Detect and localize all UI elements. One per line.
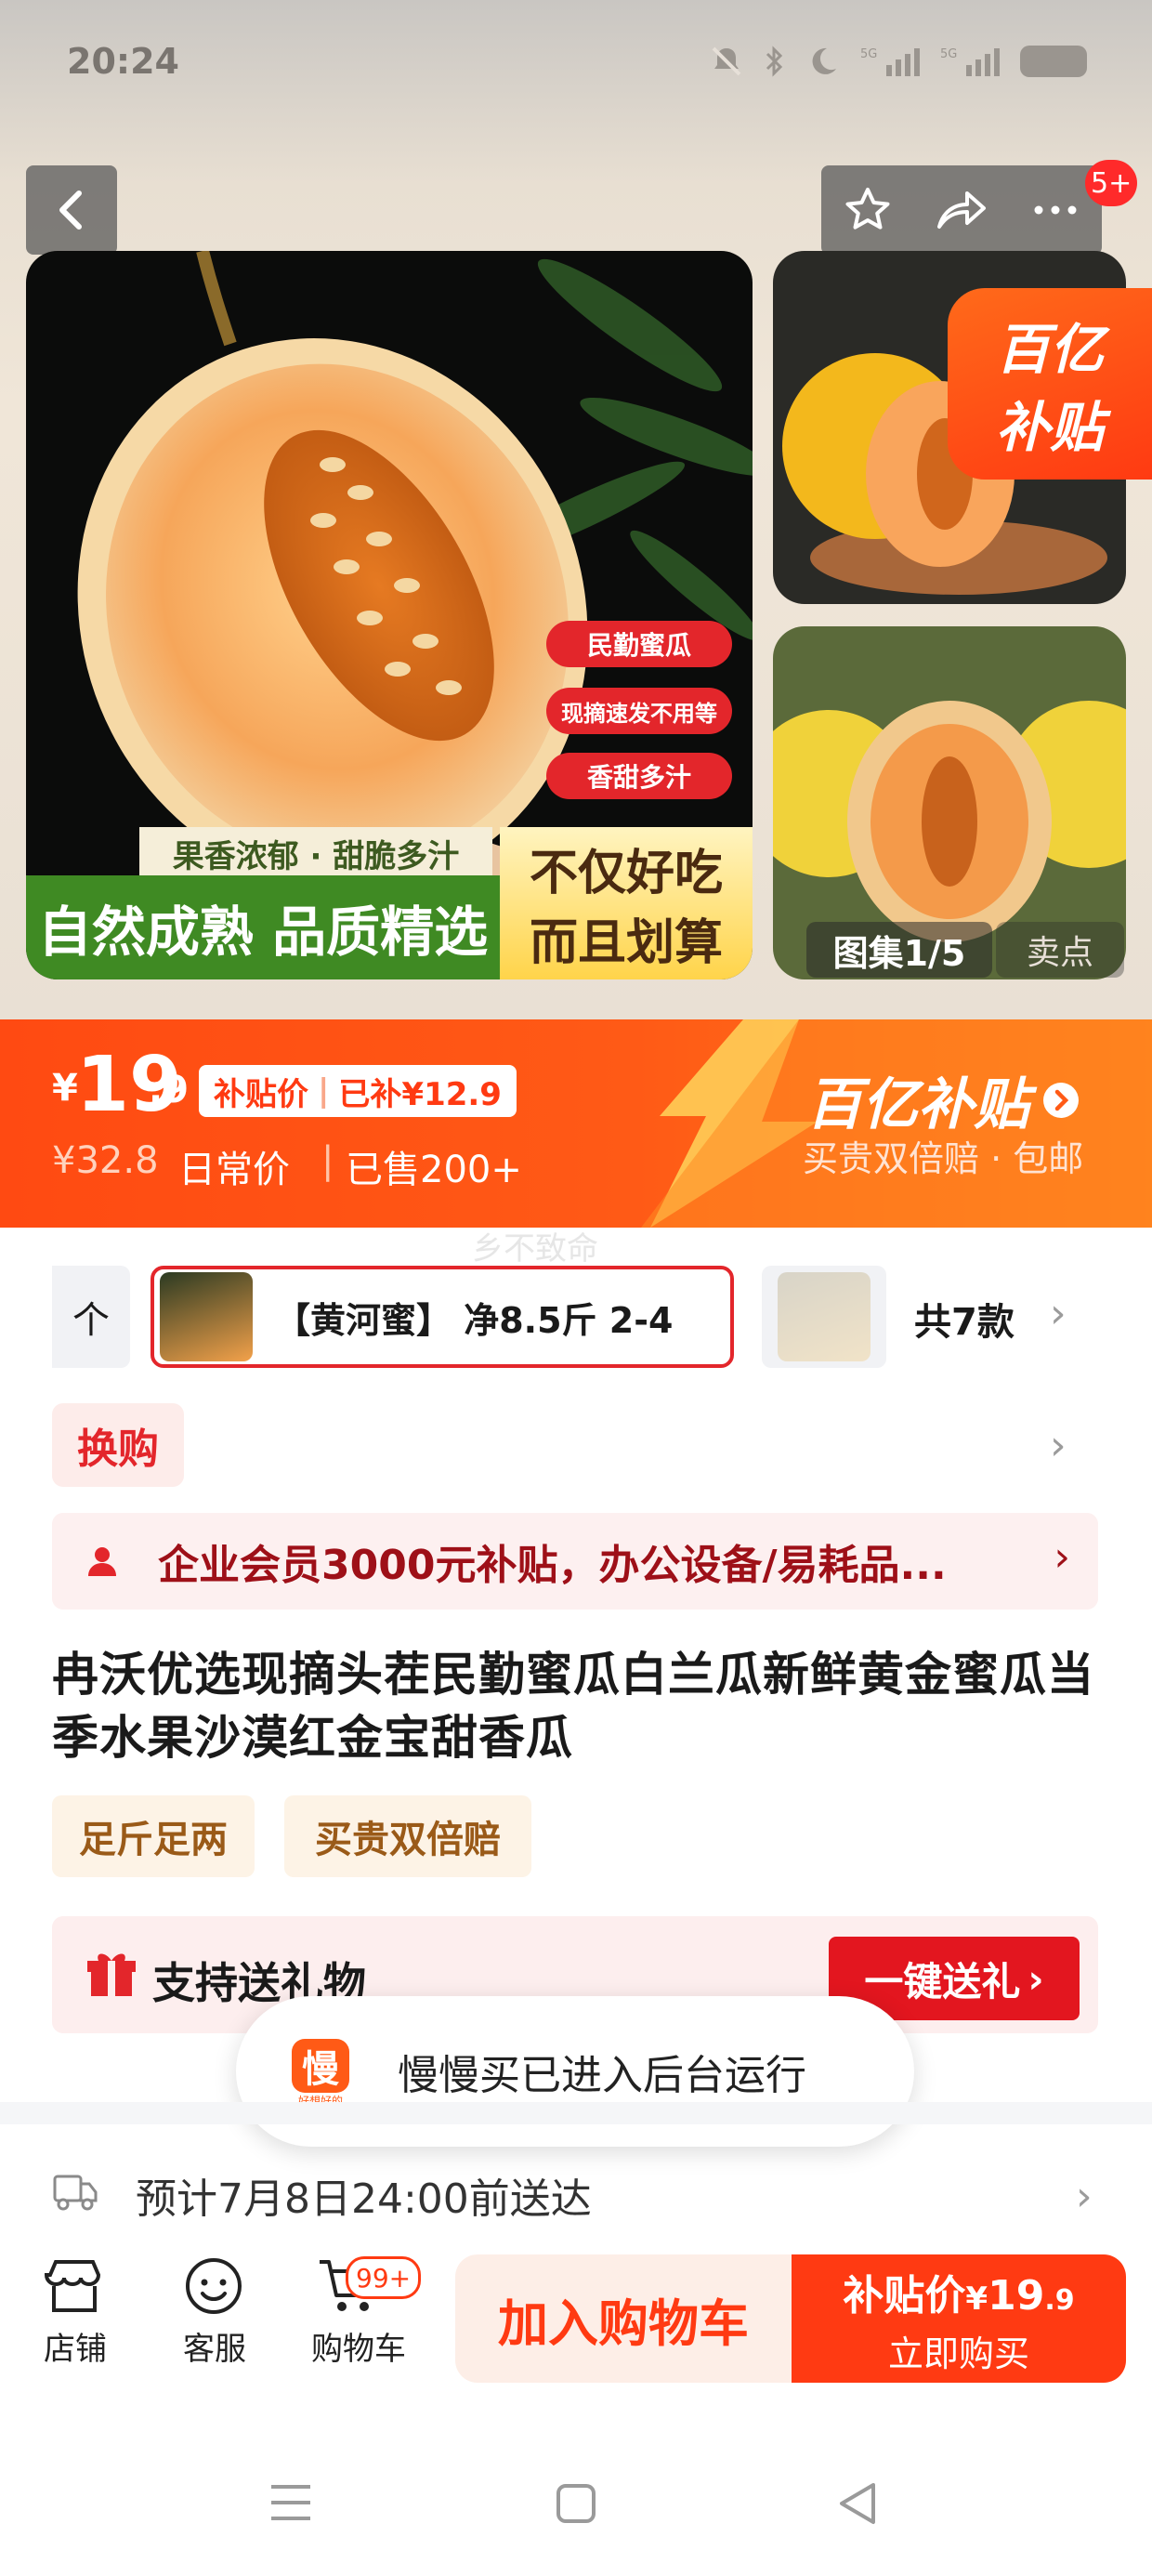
status-icons: 5G 5G [710,45,1087,78]
buy-now-label: 立即购买 [887,2333,1029,2374]
divider: | [321,1139,334,1182]
buy-price-label: 补贴价 [843,2271,966,2320]
send-gift-label: 一键送礼 [864,1958,1021,2004]
cart-label: 购物车 [311,2331,406,2368]
shop-icon [44,2260,101,2312]
top-action-group [821,165,1102,255]
mute-bell-icon [712,46,741,76]
subsidy-badge-line-1: 百亿 [995,318,1104,381]
banner-right-line-1: 不仅好吃 [529,846,723,901]
photo-label-3: 香甜多汁 [546,753,732,799]
price-currency: ¥ [52,1067,78,1110]
watermark: 乡不致命 [472,1230,598,1268]
subsidy-badge-line-2: 补贴 [995,396,1104,459]
battery-icon [1020,46,1087,77]
sku-item-selected[interactable]: 【黄河蜜】 净8.5斤 2-4 [151,1266,734,1368]
app-icon-glyph: 慢 [292,2039,349,2093]
brand-entry[interactable]: 百亿补贴 [806,1059,1080,1140]
add-to-cart-button[interactable]: 加入购物车 [455,2254,792,2383]
chevron-left-icon [59,191,82,230]
shop-label: 店铺 [44,2331,107,2368]
delivery-truck-icon [53,2175,98,2211]
promo-text: 企业会员3000元补贴，办公设备/易耗品... [158,1542,947,1589]
sku-total[interactable]: 共7款 [914,1292,1015,1346]
sku-chevron-right-icon[interactable]: › [1050,1290,1067,1337]
sku-selected-label: 【黄河蜜】 净8.5斤 2-4 [275,1299,674,1341]
chevron-right-circle-icon [1043,1082,1079,1118]
daily-price-label: 日常价 [178,1149,290,1191]
sku-thumbnail [160,1272,253,1361]
buy-now-button[interactable]: 补贴价 ¥ 19 .9 立即购买 [792,2254,1126,2383]
buy-price-decimal: .9 [1044,2283,1075,2317]
service-label: 客服 [183,2331,246,2368]
album-counter[interactable]: 图集1/5 [806,922,992,978]
tag-divider: | [318,1072,330,1110]
buy-price-integer: 19 [988,2271,1045,2320]
home-icon[interactable] [556,2483,596,2524]
sku-item-next[interactable] [762,1266,886,1368]
brand-label: 百亿补贴 [806,1072,1029,1137]
sku-thumbnail-2 [778,1272,871,1361]
price-decimal: .9 [149,1069,190,1111]
more-icon[interactable] [1029,184,1081,236]
sku-item-partial[interactable]: 个 [52,1266,130,1368]
bluetooth-icon [766,46,783,77]
svg-text:5G: 5G [860,47,877,61]
tag-double-refund: 买贵双倍赔 [284,1795,531,1877]
photo-label-2: 现摘速发不用等 [546,688,732,734]
promo-chevron-right-icon: › [1054,1533,1070,1581]
customer-service-icon [186,2258,242,2314]
menu-icon[interactable] [269,2483,312,2522]
back-triangle-icon[interactable] [836,2481,879,2526]
subsidy-price-tag: 补贴价 | 已补¥12.9 [199,1065,517,1117]
product-title: 冉沃优选现摘头茬民勤蜜瓜白兰瓜新鲜黄金蜜瓜当季水果沙漠红金宝甜香瓜 [52,1648,1094,1765]
cart-badge: 99+ [346,2256,422,2299]
chevron-right-icon: › [1028,1955,1044,2002]
section-divider [0,2102,1152,2124]
signal-5g-icon: 5G [860,47,920,76]
original-price: ¥32.8 [52,1139,159,1182]
subsidy-badge: 百亿 补贴 [948,288,1152,480]
exchange-chevron-right-icon[interactable]: › [1050,1422,1067,1469]
exchange-tag[interactable]: 换购 [52,1403,184,1487]
favorite-star-icon[interactable] [842,184,894,236]
subsidized-amount: 已补¥12.9 [338,1075,502,1113]
shop-button[interactable]: 店铺 [33,2253,117,2369]
share-icon[interactable] [934,184,989,236]
banner-right-line-2: 而且划算 [529,915,723,971]
delivery-chevron-right-icon[interactable]: › [1076,2173,1093,2220]
buy-price-row: 补贴价 ¥ 19 .9 [843,2262,1074,2321]
photo-banner-right: 不仅好吃 而且划算 [500,827,753,979]
svg-text:5G: 5G [940,47,957,61]
service-button[interactable]: 客服 [173,2253,256,2369]
selling-point-tab[interactable]: 卖点 [996,922,1124,978]
brand-sub: 买贵双倍赔 · 包邮 [803,1138,1084,1179]
gift-icon [87,1953,136,1996]
signal-5g-icon-2: 5G [940,47,1000,76]
status-time: 20:24 [67,41,179,82]
photo-label-1: 民勤蜜瓜 [546,621,732,667]
promo-banner[interactable]: 企业会员3000元补贴，办公设备/易耗品... › [52,1513,1098,1610]
sold-count: 已售200+ [346,1149,522,1191]
delivery-text[interactable]: 预计7月8日24:00前送达 [136,2165,592,2225]
app-icon: 慢 好想好的 [288,2039,353,2108]
back-button[interactable] [26,165,117,255]
photo-banner-big: 自然成熟 品质精选 [26,875,500,979]
toast-text: 慢慢买已进入后台运行 [398,2052,806,2099]
buy-currency: ¥ [965,2280,988,2318]
photo-banner-small: 果香浓郁 · 甜脆多汁 [139,827,492,879]
subsidy-price-label: 补贴价 [214,1075,308,1113]
tag-full-weight: 足斤足两 [52,1795,255,1877]
user-icon [88,1547,116,1576]
notification-badge: 5+ [1085,160,1138,206]
moon-icon [812,47,836,74]
